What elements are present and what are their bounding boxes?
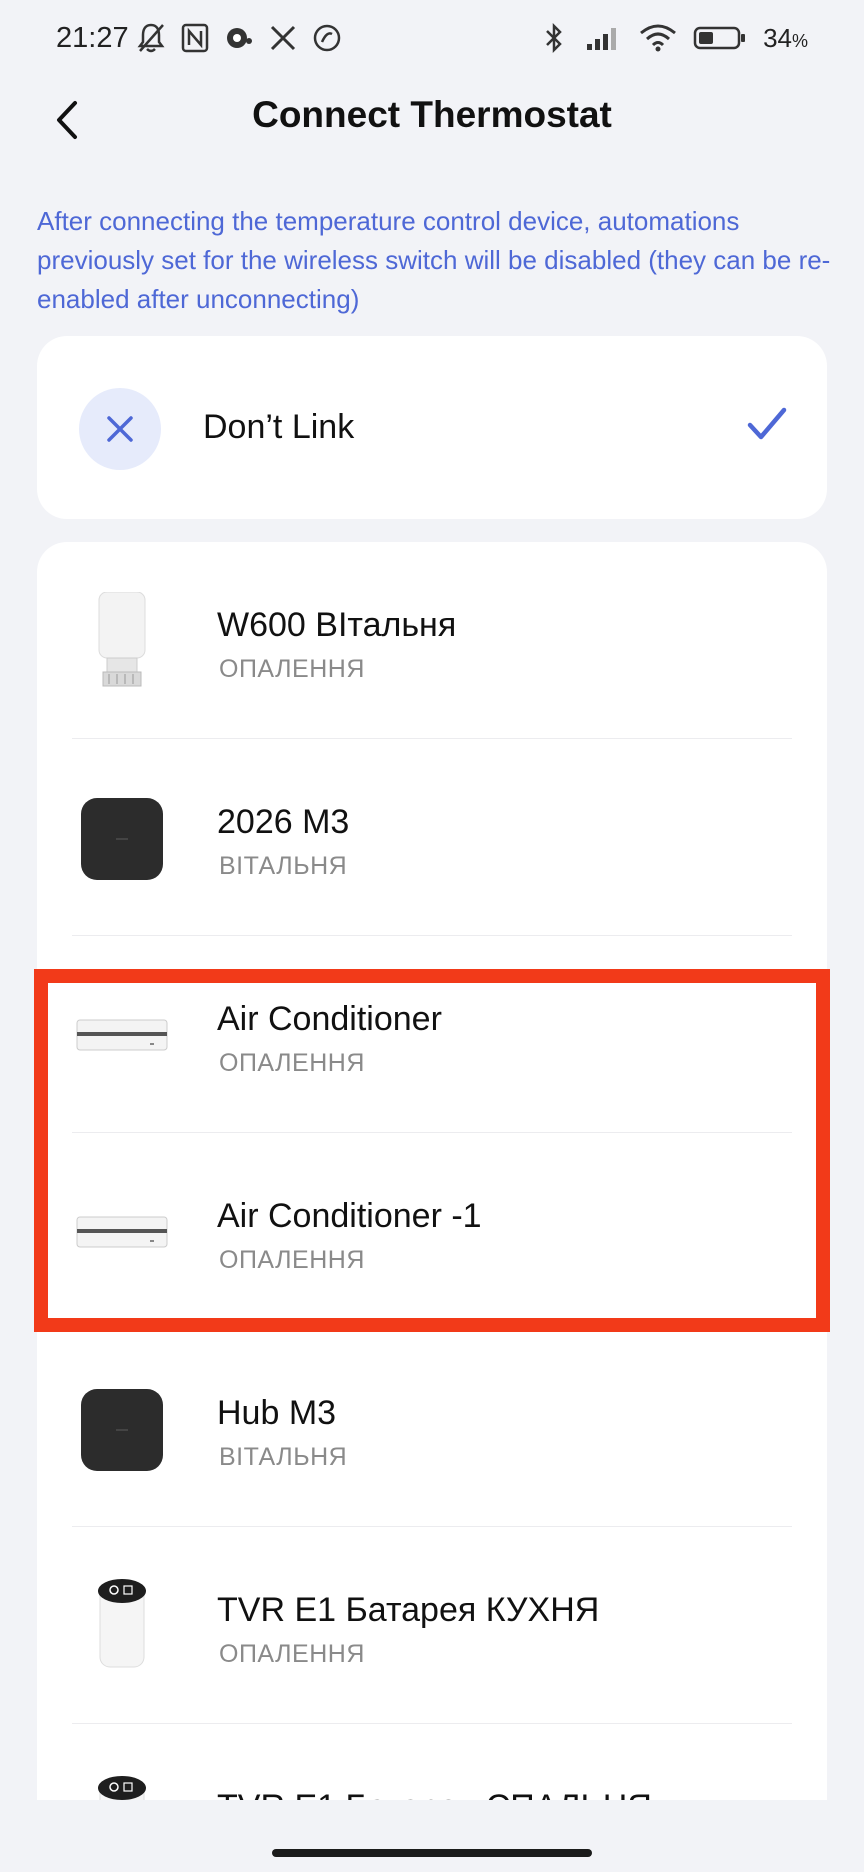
bluetooth-icon [539,20,569,56]
device-row[interactable]: 2026 M3 ВІТАЛЬНЯ [37,739,827,936]
app-icon [224,20,254,56]
nfc-icon [180,20,210,56]
status-bar: 21:27 34% [0,0,864,80]
header: Connect Thermostat [0,80,864,190]
trv-display-icon [72,1577,172,1677]
bell-off-icon [136,20,166,56]
chat-icon [312,20,342,56]
device-row[interactable]: TVR E1 Батарея КУХНЯ ОПАЛЕННЯ [37,1527,827,1724]
device-name: 2026 M3 [217,803,350,841]
device-name: W600 BIтальня [217,606,457,644]
status-right-icons: 34% [539,20,808,56]
trv-display-icon [72,1774,172,1800]
device-name: Hub M3 [217,1394,337,1432]
device-row[interactable]: Hub M3 ВІТАЛЬНЯ [37,1330,827,1527]
device-room: ОПАЛЕННЯ [219,655,365,683]
hub-icon [72,789,172,889]
device-room: ВІТАЛЬНЯ [219,1443,348,1471]
device-row[interactable]: TVR E1 Батарея СПАЛЬНЯ [37,1724,827,1800]
dont-link-label: Don’t Link [203,408,355,446]
hub-icon [72,1380,172,1480]
wifi-icon [639,20,677,56]
signal-icon [585,20,623,56]
device-row[interactable]: W600 BIтальня ОПАЛЕННЯ [37,542,827,739]
device-name: TVR E1 Батарея КУХНЯ [217,1591,600,1629]
highlight-box [34,969,830,1332]
device-name: TVR E1 Батарея СПАЛЬНЯ [217,1788,652,1800]
radiator-valve-icon [72,592,172,692]
x-icon [268,20,298,56]
close-icon [79,388,161,470]
notice-text: After connecting the temperature control… [37,206,831,314]
dont-link-option[interactable]: Don’t Link [37,336,827,519]
battery-icon [693,20,747,56]
device-room: ОПАЛЕННЯ [219,1640,365,1668]
device-room: ВІТАЛЬНЯ [219,852,348,880]
status-time: 21:27 [56,22,129,54]
page-title: Connect Thermostat [252,94,612,135]
status-left-icons [136,20,342,56]
checkmark-icon [747,406,787,447]
home-indicator[interactable] [272,1849,592,1857]
battery-percent: 34% [763,22,808,53]
